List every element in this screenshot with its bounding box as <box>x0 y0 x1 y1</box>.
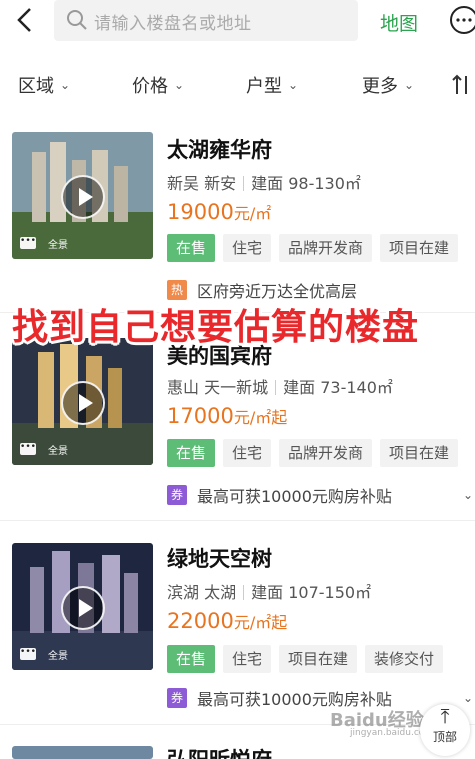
divider <box>0 520 475 521</box>
search-input[interactable]: 请输入楼盘名或地址 <box>54 0 358 41</box>
back-to-top-label: 顶部 <box>432 730 457 744</box>
listing-name[interactable]: 绿地天空树 <box>167 543 272 573</box>
listing-tags: 在售 住宅 品牌开发商 项目在建 <box>167 234 459 262</box>
filter-more[interactable]: 更多 ⌄ <box>362 72 414 98</box>
listing-price: 22000元/㎡起 <box>167 609 288 633</box>
status-badge: 在售 <box>167 645 216 673</box>
listing-location: 惠山 天一新城 建面 73-140㎡ <box>167 378 393 397</box>
play-video-icon[interactable] <box>61 381 105 425</box>
listing-tags: 在售 住宅 品牌开发商 项目在建 <box>167 439 459 467</box>
filter-label: 区域 <box>18 76 54 97</box>
tag: 品牌开发商 <box>279 439 373 467</box>
panorama-label: 全景 <box>48 240 68 251</box>
tutorial-caption: 找到自己想要估算的楼盘 <box>12 307 420 348</box>
chevron-down-icon: ⌄ <box>404 78 415 92</box>
status-badge: 在售 <box>167 439 216 467</box>
filter-price[interactable]: 价格 ⌄ <box>132 72 184 98</box>
tag: 住宅 <box>223 439 272 467</box>
listing-name[interactable]: 弘阳昕悦府 <box>167 744 272 759</box>
tag: 项目在建 <box>380 234 459 262</box>
filter-layout[interactable]: 户型 ⌄ <box>246 72 298 98</box>
listing-thumbnail[interactable]: ••• 全景 <box>12 132 153 259</box>
listing-name[interactable]: 太湖雍华府 <box>167 134 272 164</box>
back-arrow-icon[interactable] <box>12 6 40 34</box>
panorama-label: 全景 <box>48 651 68 662</box>
listing-promo[interactable]: 券 最高可获10000元购房补贴 ⌄ <box>167 483 473 507</box>
tag: 项目在建 <box>380 439 459 467</box>
tag: 住宅 <box>223 645 272 673</box>
more-icon: ••• <box>20 648 36 660</box>
tag: 项目在建 <box>279 645 358 673</box>
filter-region[interactable]: 区域 ⌄ <box>18 72 70 98</box>
filter-label: 户型 <box>246 76 282 97</box>
listing-location: 滨湖 太湖 建面 107-150㎡ <box>167 583 372 602</box>
coupon-badge: 券 <box>167 688 187 708</box>
chevron-down-icon: ⌄ <box>60 78 71 92</box>
hot-badge: 热 <box>167 280 187 300</box>
filter-label: 价格 <box>132 76 168 97</box>
message-icon[interactable] <box>446 4 475 38</box>
panorama-label: 全景 <box>48 446 68 457</box>
status-badge: 在售 <box>167 234 216 262</box>
tag: 住宅 <box>223 234 272 262</box>
tag: 品牌开发商 <box>279 234 373 262</box>
sort-icon[interactable] <box>452 74 474 96</box>
filter-bar: 区域 ⌄ 价格 ⌄ 户型 ⌄ 更多 ⌄ <box>0 66 475 106</box>
filter-label: 更多 <box>362 76 398 97</box>
listing-price: 19000元/㎡ <box>167 200 272 224</box>
listing-location: 新吴 新安 建面 98-130㎡ <box>167 174 361 193</box>
play-video-icon[interactable] <box>61 586 105 630</box>
listing-tags: 在售 住宅 项目在建 装修交付 <box>167 645 444 673</box>
chevron-down-icon[interactable]: ⌄ <box>463 691 473 705</box>
chevron-down-icon: ⌄ <box>288 78 299 92</box>
arrow-up-icon: ⤒ <box>440 704 450 728</box>
listing-price: 17000元/㎡起 <box>167 404 288 428</box>
chevron-down-icon: ⌄ <box>174 78 185 92</box>
listing-thumbnail[interactable]: ••• 全景 <box>12 543 153 670</box>
search-icon <box>67 10 87 30</box>
more-icon: ••• <box>20 237 36 249</box>
more-icon: ••• <box>20 443 36 455</box>
coupon-badge: 券 <box>167 485 187 505</box>
listing-thumbnail[interactable] <box>12 746 153 759</box>
chevron-down-icon[interactable]: ⌄ <box>463 488 473 502</box>
map-link[interactable]: 地图 <box>380 9 418 36</box>
tag: 装修交付 <box>365 645 444 673</box>
play-video-icon[interactable] <box>61 175 105 219</box>
search-placeholder: 请输入楼盘名或地址 <box>94 14 252 34</box>
back-to-top-button[interactable]: ⤒ 顶部 <box>420 704 470 756</box>
top-bar: 请输入楼盘名或地址 地图 <box>0 0 475 42</box>
